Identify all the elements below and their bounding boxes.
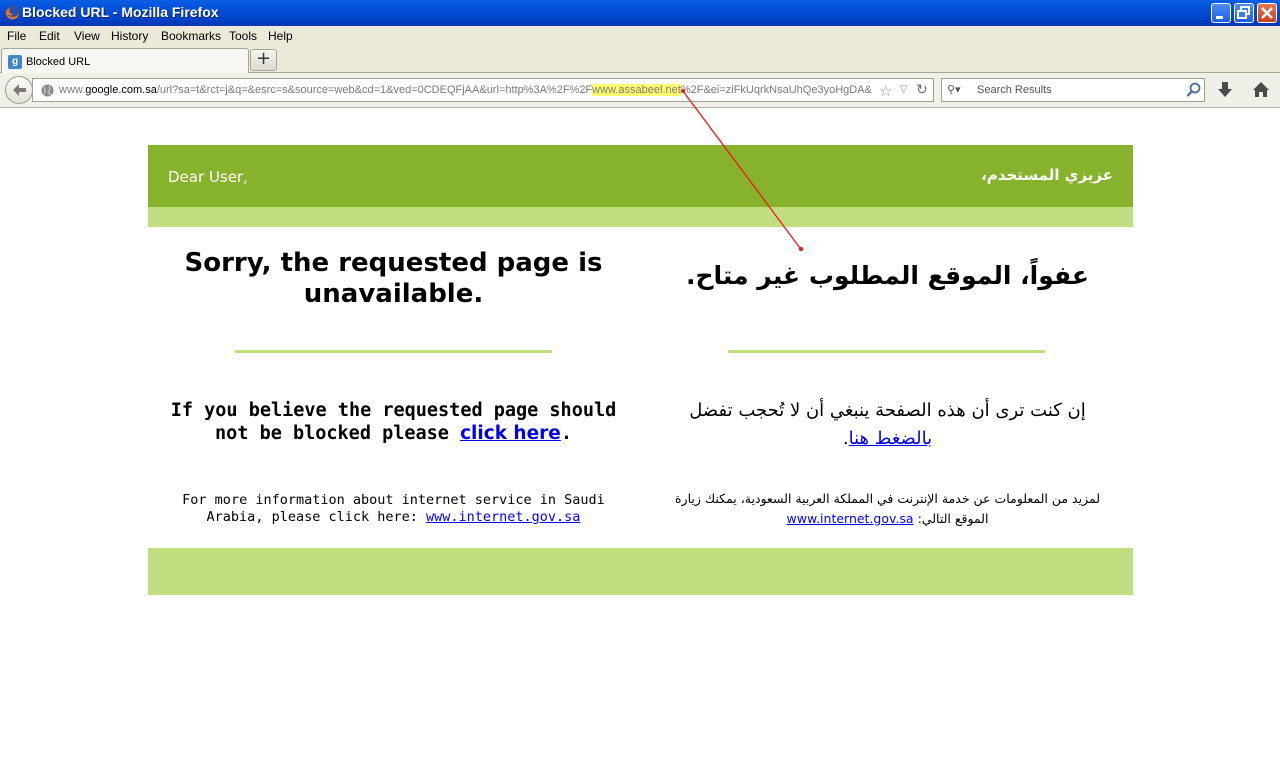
bookmark-star-icon[interactable]: ☆	[879, 82, 892, 100]
url-prefix: www.	[59, 84, 86, 96]
restore-icon	[1237, 6, 1250, 19]
menu-bookmarks[interactable]: Bookmarks	[161, 29, 221, 43]
search-engine-icon[interactable]: ⚲▾	[947, 83, 961, 96]
unblock-request-en: If you believe the requested page should…	[158, 399, 629, 445]
restore-button[interactable]	[1234, 3, 1254, 23]
navigation-toolbar: www.google.com.sa/url?sa=t&rct=j&q=&esrc…	[0, 73, 1280, 108]
annotation-end-dot	[798, 246, 804, 252]
window-title-bar[interactable]: Blocked URL - Mozilla Firefox	[0, 0, 1280, 26]
menu-view[interactable]: View	[74, 29, 100, 43]
url-path-2: %2F&ei=ziFkUqrkNsaUhQe3yoHgDA&	[680, 84, 872, 96]
url-text[interactable]: www.google.com.sa/url?sa=t&rct=j&q=&esrc…	[59, 84, 875, 96]
close-window-button[interactable]	[1257, 3, 1277, 23]
internet-gov-link-ar[interactable]: www.internet.gov.sa	[787, 511, 914, 526]
back-button[interactable]	[5, 76, 33, 104]
menu-file[interactable]: File	[7, 29, 26, 43]
menu-edit[interactable]: Edit	[39, 29, 60, 43]
click-here-link[interactable]: click here	[460, 423, 561, 444]
header-banner: Dear User, عزيزي المستخدم،	[148, 145, 1133, 207]
back-arrow-icon	[13, 84, 26, 96]
menu-help[interactable]: Help	[268, 29, 293, 43]
url-highlight: www.assabeel.net	[592, 84, 681, 96]
divider-left	[235, 350, 552, 353]
tab-strip: g Blocked URL +	[0, 46, 1280, 74]
footer-banner	[148, 548, 1133, 595]
firefox-logo-icon	[5, 5, 20, 20]
minimize-icon	[1216, 16, 1223, 19]
sorry-heading-ar: عفواً، الموقع المطلوب غير متاح.	[686, 261, 1089, 290]
search-placeholder: Search Results	[977, 84, 1052, 96]
tab-blocked-url[interactable]: g Blocked URL	[1, 48, 249, 74]
url-domain: google.com.sa	[85, 84, 157, 96]
globe-icon	[41, 84, 54, 97]
menu-history[interactable]: History	[111, 29, 148, 43]
greeting-ar: عزيزي المستخدم،	[981, 166, 1113, 184]
search-icon[interactable]	[1186, 82, 1202, 98]
history-dropdown-icon[interactable]: ▽	[900, 84, 908, 95]
unblock-text-ar: إن كنت ترى أن هذه الصفحة ينبغي أن لا تُح…	[689, 400, 1086, 421]
more-info-ar: لمزيد من المعلومات عن خدمة الإنترنت في ا…	[664, 489, 1111, 529]
unblock-period-en: .	[560, 423, 572, 444]
annotation-arrow	[681, 89, 804, 252]
window-title: Blocked URL - Mozilla Firefox	[22, 4, 219, 20]
search-bar[interactable]: ⚲▾ Search Results	[941, 78, 1205, 102]
menu-bar: File Edit View History Bookmarks Tools H…	[0, 26, 1280, 46]
url-path-1: /url?sa=t&rct=j&q=&esrc=s&source=web&cd=…	[156, 84, 593, 96]
divider-right	[728, 350, 1045, 353]
downloads-icon[interactable]	[1216, 81, 1234, 99]
sorry-heading-en: Sorry, the requested page is unavailable…	[184, 248, 603, 309]
reload-icon[interactable]: ↻	[916, 82, 928, 98]
home-icon[interactable]	[1252, 81, 1270, 99]
click-here-link-ar[interactable]: بالضغط هنا	[849, 428, 933, 449]
tab-title: Blocked URL	[26, 56, 91, 68]
menu-tools[interactable]: Tools	[229, 29, 257, 43]
minimize-button[interactable]	[1211, 3, 1231, 23]
internet-gov-link-en[interactable]: www.internet.gov.sa	[426, 509, 580, 525]
google-favicon-icon: g	[8, 55, 22, 69]
unblock-request-ar: إن كنت ترى أن هذه الصفحة ينبغي أن لا تُح…	[664, 397, 1111, 453]
header-sub-banner	[148, 207, 1133, 227]
more-info-en: For more information about internet serv…	[158, 492, 629, 526]
close-icon	[1261, 7, 1273, 19]
greeting-en: Dear User,	[168, 168, 248, 186]
address-bar[interactable]: www.google.com.sa/url?sa=t&rct=j&q=&esrc…	[32, 78, 934, 102]
new-tab-button[interactable]: +	[250, 49, 277, 71]
